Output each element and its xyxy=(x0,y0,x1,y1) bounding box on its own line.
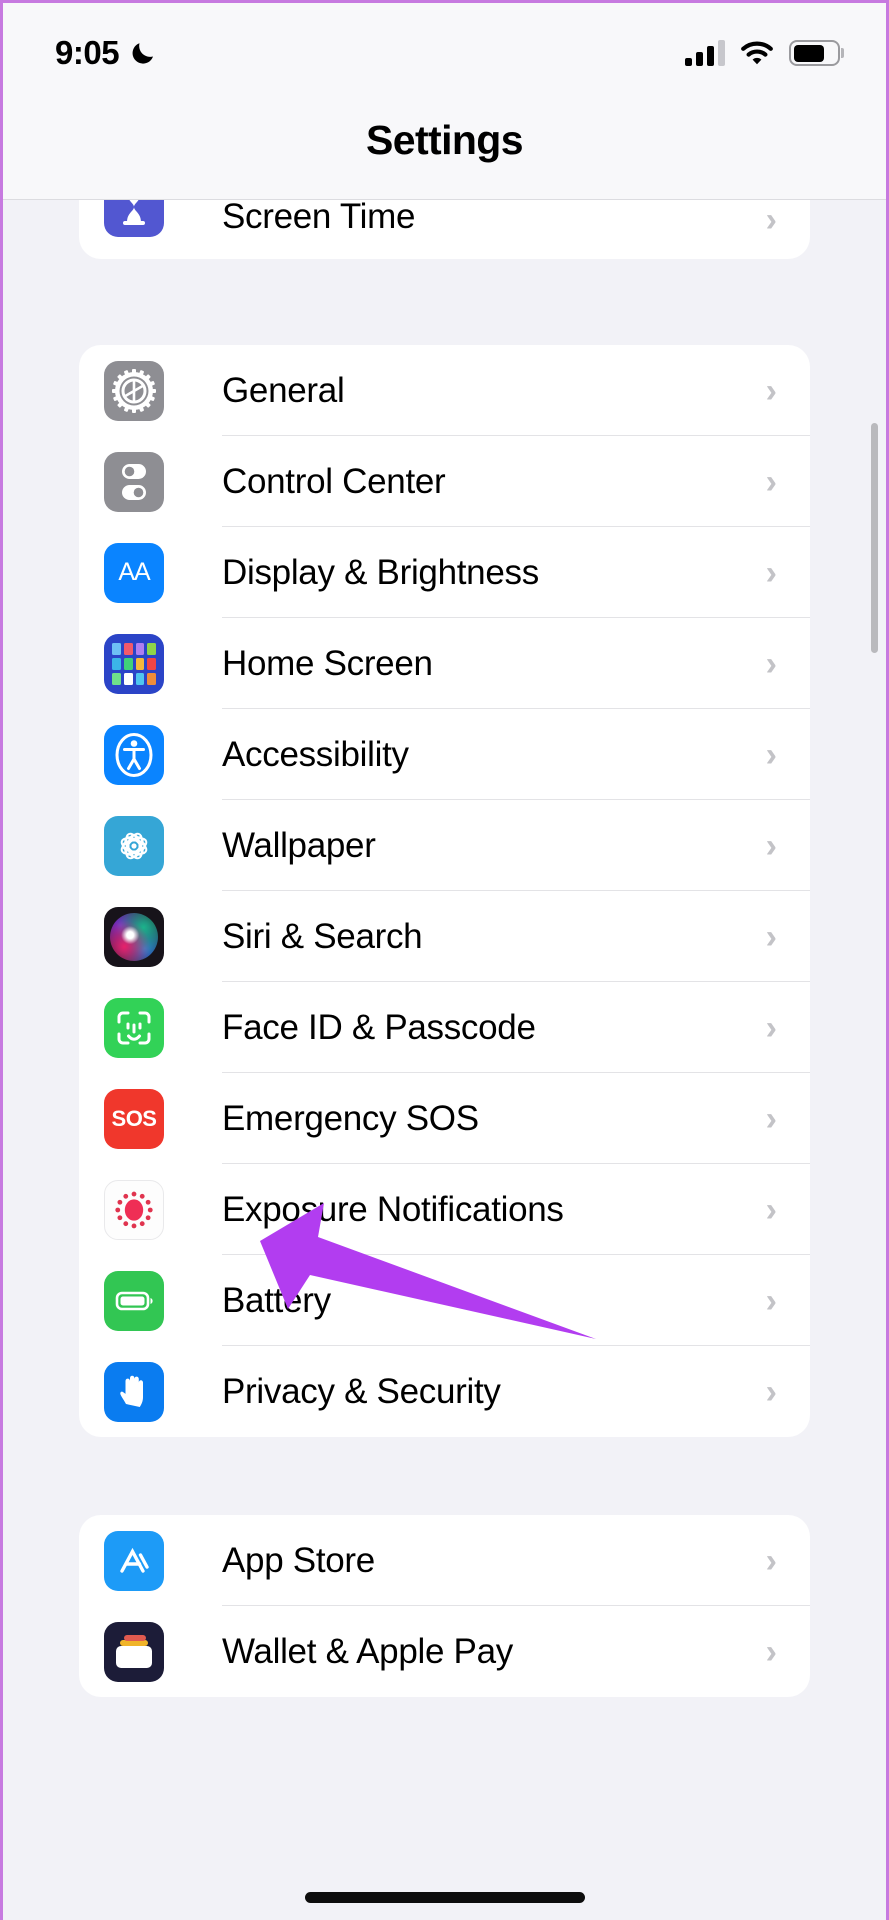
settings-row-battery[interactable]: Battery › xyxy=(79,1255,810,1346)
exposure-dots-icon xyxy=(104,1179,164,1240)
chevron-right-icon: › xyxy=(765,201,777,239)
settings-row-label: Privacy & Security xyxy=(222,1371,501,1411)
settings-row-exposure-notifications[interactable]: Exposure Notifications › xyxy=(79,1164,810,1255)
settings-row-siri-search[interactable]: Siri & Search › xyxy=(79,891,810,982)
chevron-right-icon: › xyxy=(765,917,777,956)
phone-screen: Screen Time › General › Control Center ›… xyxy=(0,0,889,1920)
settings-row-control-center[interactable]: Control Center › xyxy=(79,436,810,527)
chevron-right-icon: › xyxy=(765,1008,777,1047)
settings-row-label: Wallpaper xyxy=(222,825,376,865)
app-grid-icon xyxy=(104,633,164,694)
nav-bar: Settings xyxy=(3,103,886,200)
aa-text-size-icon: AA xyxy=(104,542,164,603)
settings-row-wallpaper[interactable]: Wallpaper › xyxy=(79,800,810,891)
chevron-right-icon: › xyxy=(765,1372,777,1411)
chevron-right-icon: › xyxy=(765,826,777,865)
chevron-right-icon: › xyxy=(765,1541,777,1580)
settings-row-label: App Store xyxy=(222,1540,375,1580)
chevron-right-icon: › xyxy=(765,553,777,592)
settings-row-emergency-sos[interactable]: SOS Emergency SOS › xyxy=(79,1073,810,1164)
settings-row-privacy-security[interactable]: Privacy & Security › xyxy=(79,1346,810,1437)
settings-row-home-screen[interactable]: Home Screen › xyxy=(79,618,810,709)
toggles-icon xyxy=(104,451,164,512)
face-id-icon xyxy=(104,997,164,1058)
chevron-right-icon: › xyxy=(765,1190,777,1229)
settings-row-label: Home Screen xyxy=(222,643,433,683)
flower-wallpaper-icon xyxy=(104,815,164,876)
wifi-icon xyxy=(741,41,773,65)
battery-icon xyxy=(789,40,840,66)
settings-row-label: Face ID & Passcode xyxy=(222,1007,536,1047)
settings-row-wallet-apple-pay[interactable]: Wallet & Apple Pay › xyxy=(79,1606,810,1697)
page-title: Settings xyxy=(366,117,524,163)
settings-row-display-brightness[interactable]: AA Display & Brightness › xyxy=(79,527,810,618)
siri-orb-icon xyxy=(104,906,164,967)
sos-glyph: SOS xyxy=(111,1105,157,1131)
settings-scroll-view[interactable]: Screen Time › General › Control Center ›… xyxy=(3,3,886,1920)
settings-row-label: General xyxy=(222,370,345,410)
chevron-right-icon: › xyxy=(765,1099,777,1138)
chevron-right-icon: › xyxy=(765,735,777,774)
settings-row-label: Control Center xyxy=(222,461,446,501)
settings-row-label: Battery xyxy=(222,1280,331,1320)
settings-row-label: Display & Brightness xyxy=(222,552,539,592)
settings-row-label: Emergency SOS xyxy=(222,1098,479,1138)
aa-glyph: AA xyxy=(118,558,150,586)
settings-row-label: Screen Time xyxy=(222,197,416,236)
status-bar: 9:05 xyxy=(3,3,886,103)
settings-row-label: Siri & Search xyxy=(222,916,423,956)
chevron-right-icon: › xyxy=(765,462,777,501)
vertical-scrollbar[interactable] xyxy=(871,423,878,653)
app-store-icon xyxy=(104,1530,164,1591)
status-time: 9:05 xyxy=(55,34,159,72)
settings-row-general[interactable]: General › xyxy=(79,345,810,436)
gear-icon xyxy=(104,360,164,421)
hand-privacy-icon xyxy=(104,1361,164,1422)
battery-icon xyxy=(104,1270,164,1331)
settings-row-accessibility[interactable]: Accessibility › xyxy=(79,709,810,800)
sos-icon: SOS xyxy=(104,1088,164,1149)
accessibility-person-icon xyxy=(104,724,164,785)
chevron-right-icon: › xyxy=(765,371,777,410)
store-group: App Store › Wallet & Apple Pay › xyxy=(79,1515,810,1697)
home-indicator xyxy=(304,1892,585,1903)
cellular-signal-icon xyxy=(685,40,725,66)
chevron-right-icon: › xyxy=(765,1632,777,1671)
settings-row-app-store[interactable]: App Store › xyxy=(79,1515,810,1606)
wallet-icon xyxy=(104,1621,164,1682)
settings-row-label: Exposure Notifications xyxy=(222,1189,564,1229)
chevron-right-icon: › xyxy=(765,1281,777,1320)
status-icons xyxy=(685,40,840,66)
status-time-text: 9:05 xyxy=(55,34,120,71)
settings-row-label: Accessibility xyxy=(222,734,409,774)
settings-row-label: Wallet & Apple Pay xyxy=(222,1631,513,1671)
system-group: General › Control Center › AA Display & … xyxy=(79,345,810,1437)
settings-row-face-id-passcode[interactable]: Face ID & Passcode › xyxy=(79,982,810,1073)
crescent-moon-icon xyxy=(132,43,154,64)
chevron-right-icon: › xyxy=(765,644,777,683)
